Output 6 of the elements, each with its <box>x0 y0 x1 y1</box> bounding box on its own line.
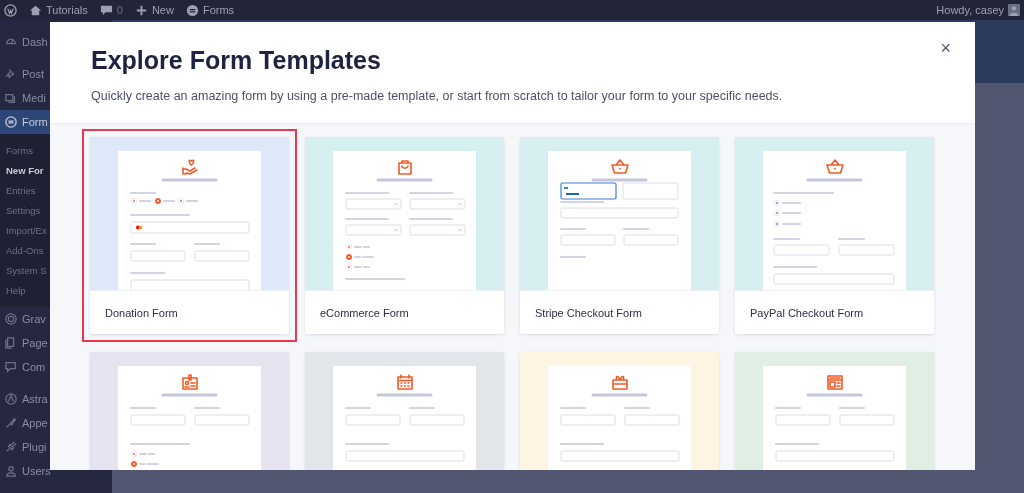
template-name: PayPal Checkout Form <box>750 306 864 319</box>
dialog-subtitle: Quickly create an amazing form by using a pre-made template, or start from scratch to tailor your form to your specific needs. <box>91 89 784 103</box>
template-name: Stripe Checkout Form <box>535 306 642 319</box>
template-name: Donation Form <box>105 306 178 319</box>
template-name: eCommerce Form <box>320 306 409 319</box>
dialog-title: Explore Form Templates <box>91 46 382 75</box>
